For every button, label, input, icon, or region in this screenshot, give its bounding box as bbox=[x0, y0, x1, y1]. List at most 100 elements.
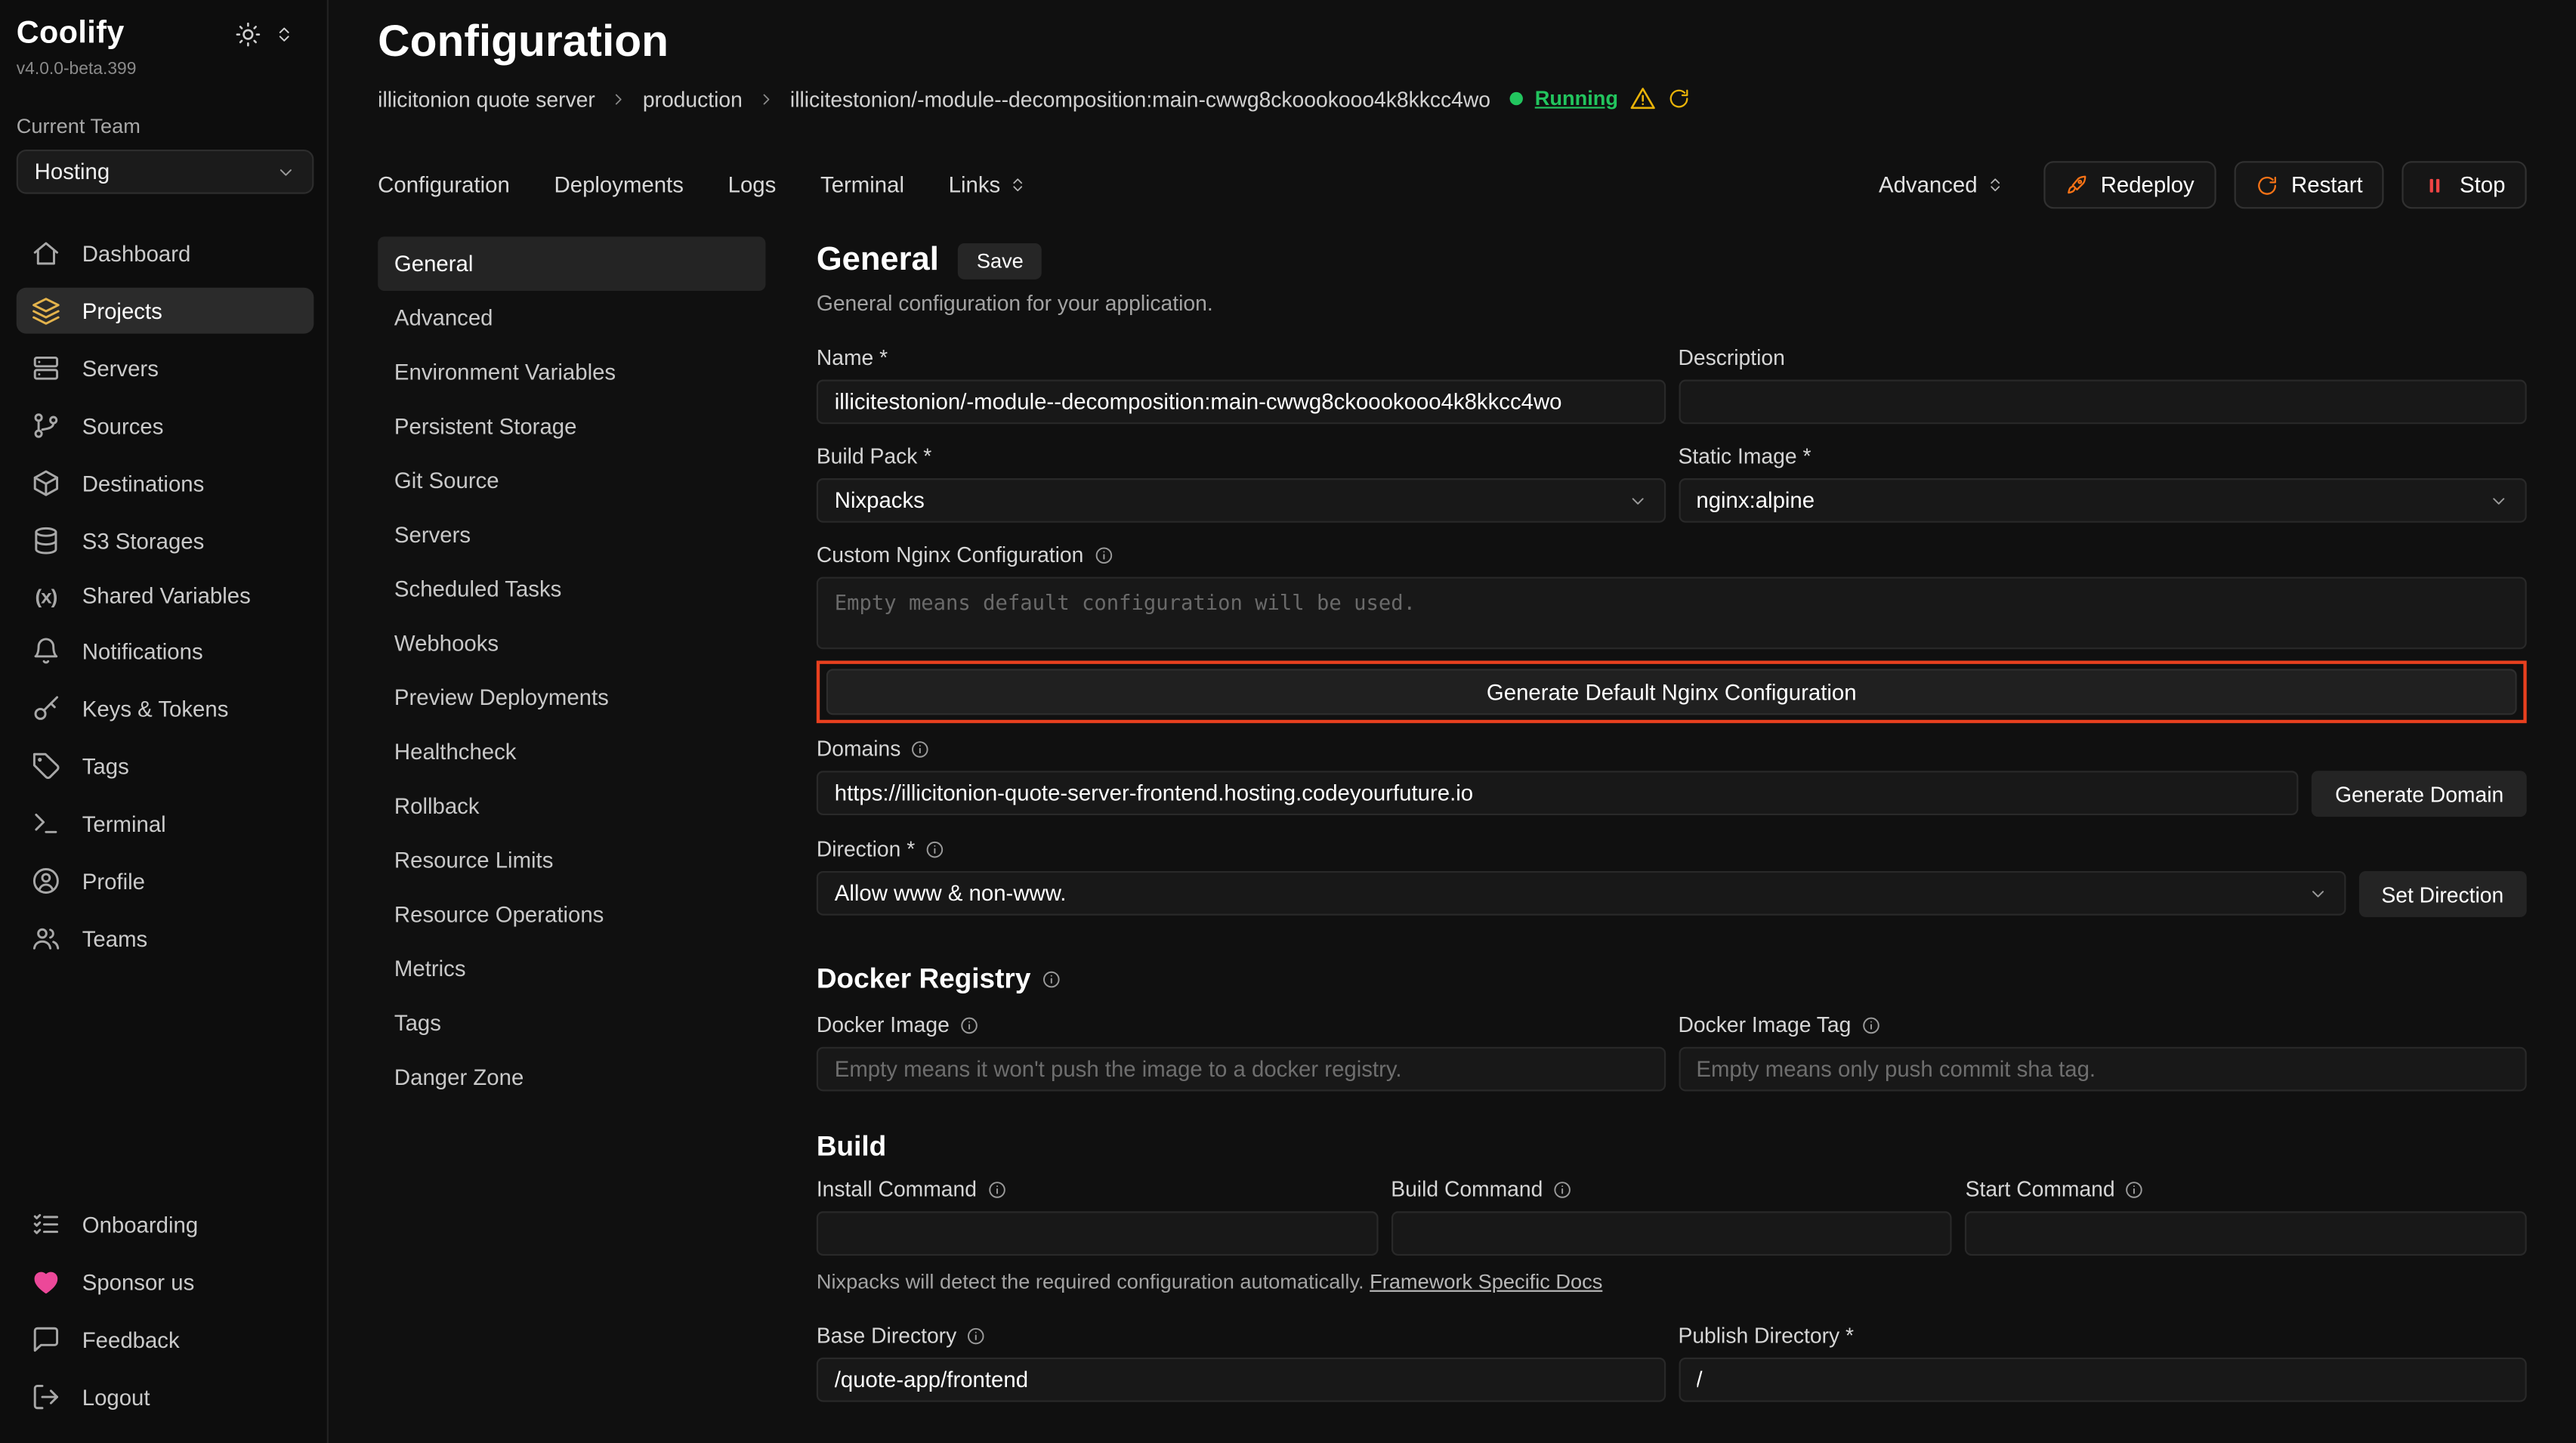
sidebar-item-projects[interactable]: Projects bbox=[17, 288, 314, 334]
sidebar-item-logout[interactable]: Logout bbox=[17, 1374, 314, 1420]
framework-docs-link[interactable]: Framework Specific Docs bbox=[1370, 1271, 1602, 1293]
info-icon[interactable] bbox=[1552, 1179, 1572, 1199]
subnav-metrics[interactable]: Metrics bbox=[378, 942, 765, 997]
tab-label: Configuration bbox=[378, 173, 510, 198]
sidebar-item-onboarding[interactable]: Onboarding bbox=[17, 1201, 314, 1247]
tab-label: Terminal bbox=[820, 173, 904, 198]
subnav-healthcheck[interactable]: Healthcheck bbox=[378, 725, 765, 779]
info-icon[interactable] bbox=[987, 1179, 1006, 1199]
sidebar-item-label: Logout bbox=[82, 1385, 150, 1410]
subnav-servers[interactable]: Servers bbox=[378, 508, 765, 562]
tab-logs[interactable]: Logs bbox=[728, 173, 777, 198]
breadcrumb-environment[interactable]: production bbox=[643, 86, 743, 111]
info-icon[interactable] bbox=[966, 1326, 986, 1346]
info-icon[interactable] bbox=[1042, 970, 1062, 990]
sidebar-item-tags[interactable]: Tags bbox=[17, 743, 314, 789]
subnav-advanced[interactable]: Advanced bbox=[378, 291, 765, 345]
sidebar-item-destinations[interactable]: Destinations bbox=[17, 460, 314, 506]
tab-deployments[interactable]: Deployments bbox=[554, 173, 684, 198]
description-input[interactable] bbox=[1678, 380, 2526, 425]
theme-toggle-icon[interactable] bbox=[235, 21, 261, 48]
sidebar-item-label: Projects bbox=[82, 298, 162, 323]
app-version: v4.0.0-beta.399 bbox=[17, 59, 314, 79]
heart-icon bbox=[31, 1267, 60, 1296]
tab-links[interactable]: Links bbox=[949, 173, 1027, 198]
sidebar-item-sponsor[interactable]: Sponsor us bbox=[17, 1259, 314, 1305]
subnav-scheduled-tasks[interactable]: Scheduled Tasks bbox=[378, 562, 765, 616]
name-label: Name * bbox=[817, 345, 1665, 370]
nixpacks-note: Nixpacks will detect the required config… bbox=[817, 1271, 2527, 1293]
sidebar-item-label: Keys & Tokens bbox=[82, 696, 229, 721]
info-icon[interactable] bbox=[2125, 1179, 2145, 1199]
generate-nginx-config-button[interactable]: Generate Default Nginx Configuration bbox=[826, 669, 2517, 715]
team-select[interactable]: Hosting bbox=[17, 150, 314, 194]
restart-button[interactable]: Restart bbox=[2234, 161, 2384, 209]
docker-image-tag-input[interactable] bbox=[1678, 1047, 2526, 1092]
sidebar-item-notifications[interactable]: Notifications bbox=[17, 628, 314, 674]
direction-select[interactable]: Allow www & non-www. bbox=[817, 871, 2346, 916]
sidebar-item-label: Onboarding bbox=[82, 1212, 198, 1237]
app-window: Coolify v4.0.0-beta.399 Current Team Hos… bbox=[0, 0, 2576, 1443]
docker-image-input[interactable] bbox=[817, 1047, 1665, 1092]
sidebar-item-profile[interactable]: Profile bbox=[17, 858, 314, 904]
install-command-label: Install Command bbox=[817, 1177, 1378, 1202]
static-image-select[interactable]: nginx:alpine bbox=[1678, 478, 2526, 523]
breadcrumb-project[interactable]: illicitonion quote server bbox=[378, 86, 595, 111]
description-label: Description bbox=[1678, 345, 2526, 370]
chevron-right-icon bbox=[757, 90, 775, 108]
tab-configuration[interactable]: Configuration bbox=[378, 173, 510, 198]
sidebar-item-teams[interactable]: Teams bbox=[17, 916, 314, 962]
base-directory-label: Base Directory bbox=[817, 1323, 1665, 1348]
start-command-input[interactable] bbox=[1966, 1211, 2527, 1256]
status-badge[interactable]: Running bbox=[1535, 87, 1618, 110]
advanced-dropdown[interactable]: Advanced bbox=[1879, 173, 2003, 198]
info-icon[interactable] bbox=[1093, 545, 1113, 564]
warning-icon[interactable] bbox=[1629, 85, 1656, 112]
tab-terminal[interactable]: Terminal bbox=[820, 173, 904, 198]
sidebar-item-terminal[interactable]: Terminal bbox=[17, 800, 314, 846]
name-input[interactable] bbox=[817, 380, 1665, 425]
domains-input[interactable] bbox=[817, 771, 2299, 815]
stop-button[interactable]: Stop bbox=[2402, 161, 2527, 209]
sidebar-item-sources[interactable]: Sources bbox=[17, 403, 314, 449]
sidebar-item-keys-tokens[interactable]: Keys & Tokens bbox=[17, 685, 314, 731]
subnav-rollback[interactable]: Rollback bbox=[378, 779, 765, 833]
publish-directory-input[interactable] bbox=[1678, 1358, 2526, 1402]
save-button[interactable]: Save bbox=[959, 243, 1042, 279]
subnav-tags[interactable]: Tags bbox=[378, 996, 765, 1050]
sidebar-item-shared-variables[interactable]: (x) Shared Variables bbox=[17, 575, 314, 616]
sidebar-item-servers[interactable]: Servers bbox=[17, 345, 314, 391]
layers-icon bbox=[31, 296, 60, 326]
base-directory-input[interactable] bbox=[817, 1358, 1665, 1402]
info-icon[interactable] bbox=[959, 1015, 979, 1034]
generate-domain-button[interactable]: Generate Domain bbox=[2312, 771, 2527, 817]
sidebar-item-dashboard[interactable]: Dashboard bbox=[17, 230, 314, 277]
sidebar-item-feedback[interactable]: Feedback bbox=[17, 1316, 314, 1362]
subnav-resource-limits[interactable]: Resource Limits bbox=[378, 833, 765, 888]
subnav-webhooks[interactable]: Webhooks bbox=[378, 616, 765, 671]
subnav-danger-zone[interactable]: Danger Zone bbox=[378, 1050, 765, 1105]
build-pack-value: Nixpacks bbox=[835, 488, 925, 513]
build-command-input[interactable] bbox=[1391, 1211, 1952, 1256]
subnav-preview-deployments[interactable]: Preview Deployments bbox=[378, 671, 765, 725]
subnav-persistent-storage[interactable]: Persistent Storage bbox=[378, 400, 765, 454]
git-branch-icon bbox=[31, 411, 60, 440]
subnav-git-source[interactable]: Git Source bbox=[378, 454, 765, 508]
info-icon[interactable] bbox=[925, 839, 944, 859]
custom-nginx-textarea[interactable] bbox=[817, 577, 2527, 650]
page-title: Configuration bbox=[378, 17, 2527, 68]
redeploy-button[interactable]: Redeploy bbox=[2043, 161, 2216, 209]
subnav-general[interactable]: General bbox=[378, 236, 765, 291]
instance-switcher-icon[interactable] bbox=[274, 25, 294, 45]
sidebar-item-s3-storages[interactable]: S3 Storages bbox=[17, 518, 314, 564]
custom-nginx-label: Custom Nginx Configuration bbox=[817, 542, 2527, 567]
refresh-status-icon[interactable] bbox=[1667, 87, 1690, 110]
info-icon[interactable] bbox=[910, 739, 930, 759]
install-command-input[interactable] bbox=[817, 1211, 1378, 1256]
breadcrumb-application[interactable]: illicitestonion/-module--decomposition:m… bbox=[790, 86, 1490, 111]
subnav-environment-variables[interactable]: Environment Variables bbox=[378, 345, 765, 400]
info-icon[interactable] bbox=[1861, 1015, 1880, 1034]
set-direction-button[interactable]: Set Direction bbox=[2358, 871, 2527, 917]
build-pack-select[interactable]: Nixpacks bbox=[817, 478, 1665, 523]
subnav-resource-operations[interactable]: Resource Operations bbox=[378, 888, 765, 942]
